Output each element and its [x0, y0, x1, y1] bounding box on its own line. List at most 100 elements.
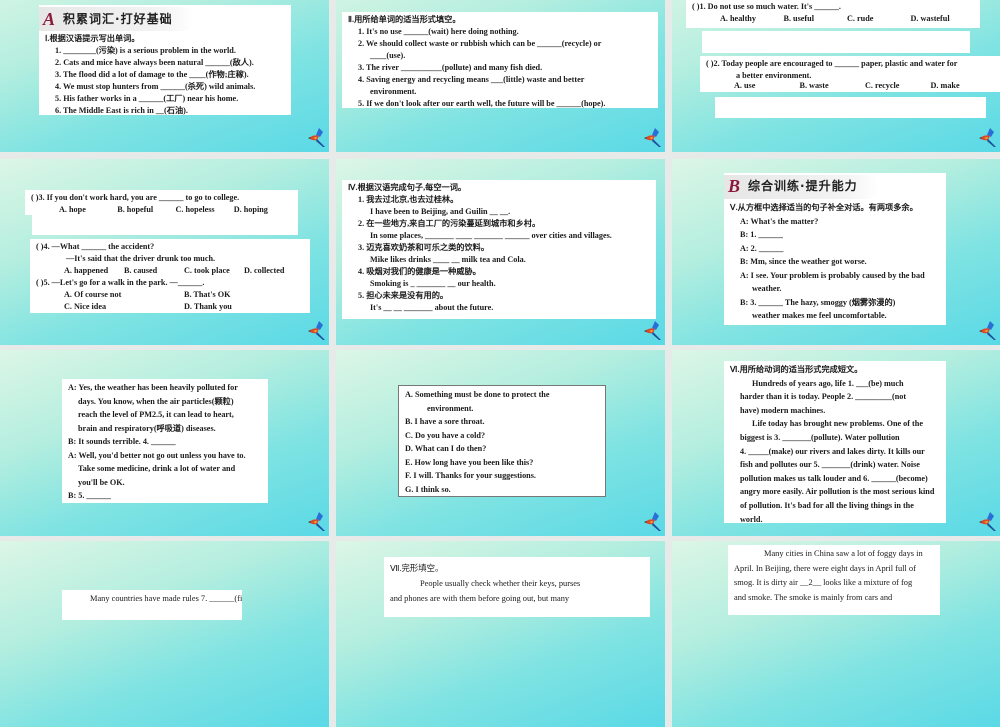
dialogue-line: B: 5. ______ — [68, 491, 111, 500]
option: A. Of course not — [64, 290, 122, 299]
question-line: 4. Saving energy and recycling means ___… — [358, 75, 585, 84]
question-line: 5. His father works in a ______(工厂) near… — [55, 94, 239, 103]
instruction: Ⅵ.用所给动词的适当形式完成短文。 — [730, 365, 863, 374]
option-line: D. What can I do then? — [405, 444, 487, 453]
options: A. use B. waste C. recycle D. make — [706, 80, 996, 92]
instruction: Ⅰ.根据汉语提示写出单词。 — [45, 34, 140, 43]
word-form-section: Ⅱ.用所给单词的适当形式填空。 1. It's no use ______(wa… — [342, 12, 658, 108]
slide-11-thumbnail[interactable]: Ⅶ.完形填空。 People usually check whether the… — [336, 541, 665, 727]
slide-12-thumbnail[interactable]: Many cities in China saw a lot of foggy … — [672, 541, 1000, 727]
slide-6-thumbnail[interactable]: B 综合训练·提升能力 Ⅴ.从方框中选择适当的句子补全对话。有两项多余。 A: W… — [672, 159, 1000, 345]
option-line: G. I think so. — [405, 484, 451, 494]
passage-line: Hundreds of years ago, life 1. ___(be) m… — [752, 378, 904, 388]
question-line: 1. ________(污染) is a serious problem in … — [55, 46, 236, 55]
question-line: 1. It's no use ______(wait) here doing n… — [358, 27, 519, 36]
dialogue-line: weather makes me feel uncomfortable. — [752, 311, 887, 320]
option: A. happened — [64, 266, 109, 275]
dialogue-line: A: What's the matter? — [740, 216, 819, 226]
slide-8-thumbnail[interactable]: A. Something must be done to protect the… — [336, 350, 665, 536]
dialogue-line: A: 2. ______ — [740, 243, 784, 253]
passage-line: smog. It is dirty air __2__ looks like a… — [734, 578, 913, 587]
english-line: I have been to Beijing, and Guilin __ __… — [370, 207, 511, 216]
slide-10-thumbnail[interactable]: Many countries have made rules 7. ______… — [0, 541, 329, 727]
dialogue-line: A: I see. Your problem is probably cause… — [740, 270, 925, 280]
answer-cover — [32, 215, 298, 235]
section-header: B 综合训练·提升能力 — [724, 175, 879, 199]
passage-line: Many countries have made rules 7. ______… — [90, 594, 242, 603]
option: B. That's OK — [184, 290, 231, 299]
verb-form-passage: Ⅵ.用所给动词的适当形式完成短文。 Hundreds of years ago,… — [724, 361, 946, 523]
dialogue-line: B: 1. ______ — [740, 230, 783, 239]
parrot-logo-icon — [644, 512, 661, 531]
option: C. hopeless — [175, 205, 215, 214]
question-line: ( )1. Do not use so much water. It's ___… — [692, 2, 841, 11]
option-line: F. I will. Thanks for your suggestions. — [405, 471, 536, 480]
option: B. waste — [799, 81, 829, 90]
chinese-line: 2. 在一些地方,来自工厂的污染蔓延到城市和乡村。 — [358, 219, 541, 228]
dialogue-line: B: It sounds terrible. 4. ______ — [68, 437, 176, 446]
instruction: Ⅶ.完形填空。 — [390, 564, 444, 573]
passage-line: and smoke. The smoke is mainly from cars… — [734, 592, 893, 602]
parrot-logo-icon — [308, 512, 325, 531]
choice-question-2: ( )2. Today people are encouraged to ___… — [700, 56, 1000, 92]
passage-line: and phones are with them before going ou… — [390, 594, 570, 603]
answer-cover — [715, 97, 986, 118]
parrot-logo-icon — [644, 321, 661, 340]
choice-question-1: ( )1. Do not use so much water. It's ___… — [686, 0, 980, 28]
slide-2-thumbnail[interactable]: Ⅱ.用所给单词的适当形式填空。 1. It's no use ______(wa… — [336, 0, 665, 152]
section-title: 积累词汇·打好基础 — [63, 12, 173, 26]
passage-line: April. In Beijing, there were eight days… — [734, 563, 916, 573]
option: A. healthy — [720, 14, 756, 23]
parrot-logo-icon — [979, 128, 996, 147]
chinese-line: 1. 我去过北京,也去过桂林。 — [358, 195, 459, 204]
option: D. Thank you — [184, 302, 232, 311]
option-line: E. How long have you been like this? — [405, 457, 534, 467]
options: A. happened B. caused C. took place D. coll… — [36, 265, 304, 277]
english-line: It's __ __ _______ about the future. — [370, 303, 494, 312]
question-line: environment. — [370, 87, 417, 96]
dialogue-line: Take some medicine, drink a lot of water… — [78, 464, 236, 473]
option: D. hoping — [233, 205, 268, 214]
passage-line: 4. _____(make) our rivers and lakes dirt… — [740, 446, 925, 456]
dialogue-continued: A: Yes, the weather has been heavily pol… — [62, 379, 268, 503]
option: B. useful — [783, 14, 814, 23]
section-letter: A — [43, 9, 56, 29]
options: A. hope B. hopeful C. hopeless D. hoping — [31, 204, 292, 215]
question-line: 4. We must stop hunters from ______(杀死) … — [55, 82, 256, 91]
english-line: Smoking is _ _______ __ our health. — [370, 279, 496, 288]
section-header: A 积累词汇·打好基础 — [39, 7, 194, 31]
option: D. make — [930, 81, 960, 90]
options: A. Of course not B. That's OK C. Nice idea… — [36, 289, 304, 313]
option: B. hopeful — [117, 205, 154, 214]
passage-line: Many cities in China saw a lot of foggy … — [764, 549, 923, 558]
option: C. rude — [847, 14, 874, 23]
slide-9-thumbnail[interactable]: Ⅵ.用所给动词的适当形式完成短文。 Hundreds of years ago,… — [672, 350, 1000, 536]
slide-7-thumbnail[interactable]: A: Yes, the weather has been heavily pol… — [0, 350, 329, 536]
chinese-line: 4. 吸烟对我们的健康是一种威胁。 — [358, 267, 481, 276]
passage-line: world. — [740, 514, 763, 523]
slide-5-thumbnail[interactable]: Ⅳ.根据汉语完成句子,每空一词。 1. 我去过北京,也去过桂林。 I have … — [336, 159, 665, 345]
passage-line: have) modern machines. — [740, 405, 826, 415]
passage-line: Life today has brought new problems. One… — [752, 419, 923, 429]
option: B. caused — [124, 266, 158, 275]
dialogue-line: brain and respiratory(呼吸道) diseases. — [78, 423, 216, 433]
section-letter: B — [728, 176, 741, 197]
slide-3-thumbnail[interactable]: ( )1. Do not use so much water. It's ___… — [672, 0, 1000, 152]
translation-section: Ⅳ.根据汉语完成句子,每空一词。 1. 我去过北京,也去过桂林。 I have … — [342, 180, 656, 319]
slide-1-thumbnail[interactable]: A 积累词汇·打好基础 Ⅰ.根据汉语提示写出单词。 1. ________(污染)… — [0, 0, 329, 152]
question-line: 2. Cats and mice have always been natura… — [55, 58, 254, 67]
passage-line: harder than it is today. People 2. _____… — [740, 392, 907, 402]
chinese-line: 5. 担心未来是没有用的。 — [358, 291, 449, 300]
option: C. took place — [184, 266, 230, 275]
chinese-line: 3. 迈克喜欢奶茶和可乐之类的饮料。 — [358, 243, 490, 252]
question-line: ____(use). — [370, 51, 406, 60]
dialogue-line: reach the level of PM2.5, it can lead to… — [78, 410, 234, 419]
english-line: Mike likes drinks ____ __ milk tea and C… — [370, 255, 526, 264]
section-title: 综合训练·提升能力 — [748, 179, 858, 194]
passage-line: biggest is 3. _______(pollute). Water po… — [740, 432, 900, 442]
slide-4-thumbnail[interactable]: ( )3. If you don't work hard, you are __… — [0, 159, 329, 345]
cloze-section: Ⅶ.完形填空。 People usually check whether the… — [384, 557, 650, 617]
question-line: —It's said that the driver drunk too muc… — [66, 254, 216, 263]
english-line: In some places, _______ ____ _______ ___… — [370, 231, 612, 240]
parrot-logo-icon — [979, 512, 996, 531]
